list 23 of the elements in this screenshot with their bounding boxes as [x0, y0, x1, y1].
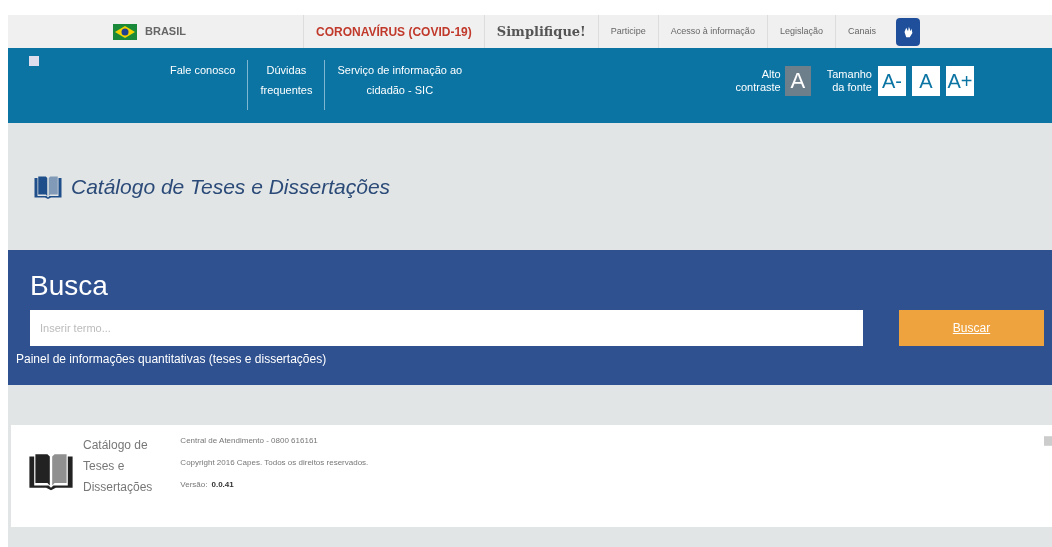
book-icon — [33, 174, 63, 199]
contact-text: Central de Atendimento - 0800 616161 — [180, 435, 319, 447]
contrast-label: Alto contraste — [735, 68, 781, 94]
country-label[interactable]: BRASIL — [145, 23, 186, 40]
copyright-text: Copyright 2016 Capes. Todos os direitos reservados. — [180, 457, 369, 469]
book-icon — [27, 451, 75, 491]
page-title: Catálogo de Teses e Dissertações — [71, 173, 391, 200]
footer-brand: Catálogo de Teses e Dissertações — [83, 437, 153, 496]
nav-link[interactable]: Dúvidas frequentes — [247, 60, 325, 110]
nav-link[interactable]: Fale conosco — [158, 60, 248, 110]
font-size-label: Tamanho da fonte — [826, 68, 872, 94]
accessibility-hand-button[interactable] — [895, 17, 920, 46]
version-label: Versão: — [180, 479, 208, 491]
version-number: 0.0.41 — [211, 479, 234, 491]
search-field[interactable]: Inserir termo... — [30, 310, 863, 346]
search-title: Busca — [30, 269, 109, 303]
font-size-button[interactable]: A- — [878, 66, 906, 96]
font-size-button[interactable]: A+ — [946, 66, 974, 96]
panel-link[interactable]: Painel de informações quantitativas (teses e dissertações) — [16, 350, 327, 368]
nav-link[interactable]: Serviço de informação ao cidadão - SIC — [324, 60, 475, 110]
font-size-button[interactable]: A — [912, 66, 940, 96]
flag-icon — [113, 23, 137, 40]
contrast-button[interactable]: A — [784, 66, 811, 96]
